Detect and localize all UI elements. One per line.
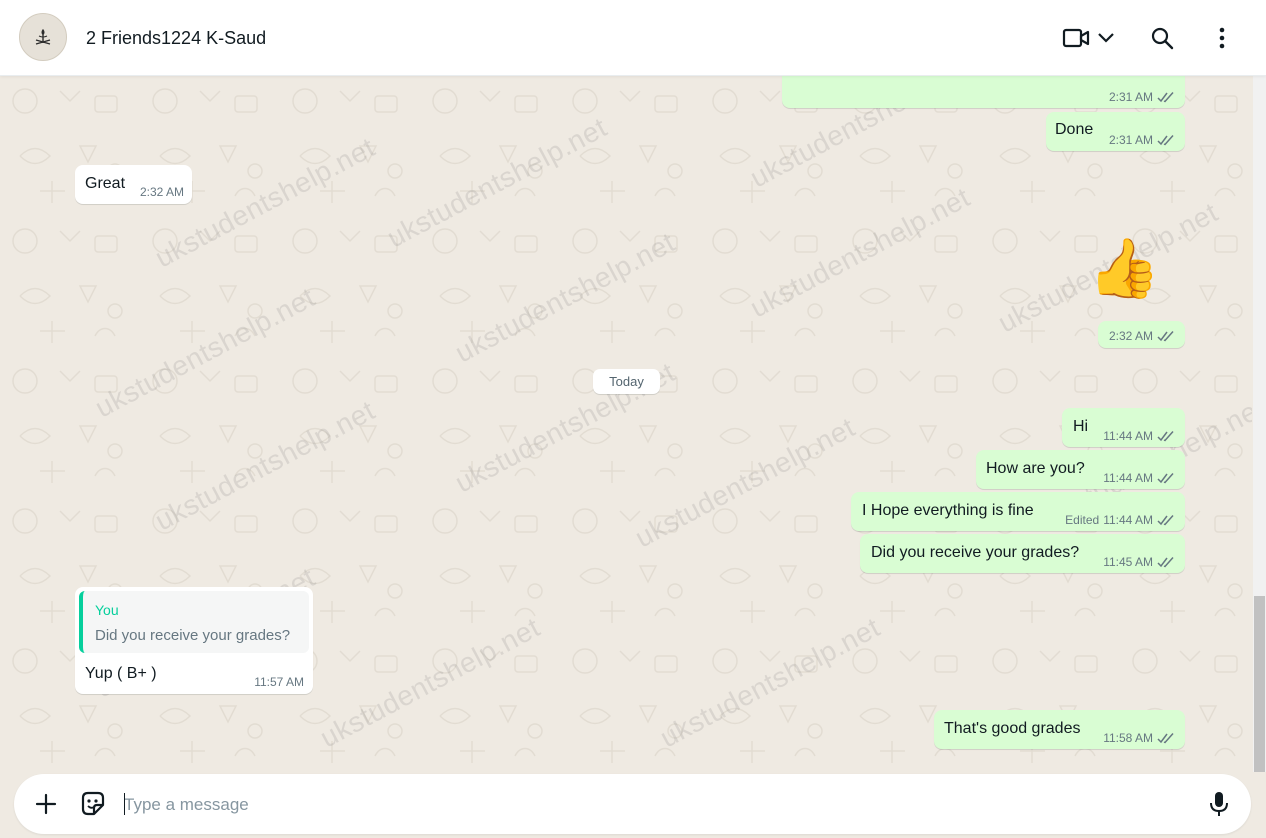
chat-header: 2 Friends1224 K-Saud xyxy=(0,0,1266,76)
microphone-icon[interactable] xyxy=(1206,790,1232,818)
message-time: 11:44 AM xyxy=(1103,471,1153,485)
message-time: 11:45 AM xyxy=(1103,555,1153,569)
message-text: That's good grades xyxy=(944,720,1081,737)
chat-scrollbar[interactable] xyxy=(1253,76,1266,772)
message-time: 2:32 AM xyxy=(1108,329,1153,343)
date-separator: Today xyxy=(593,369,660,394)
message-bubble-outgoing[interactable]: 2:31 AM xyxy=(782,76,1185,108)
message-time: 2:31 AM xyxy=(1108,133,1153,147)
read-receipt-icon xyxy=(1157,430,1174,441)
composer-bar xyxy=(0,772,1266,838)
read-receipt-icon xyxy=(1157,134,1174,145)
emoji-message[interactable]: 👍 xyxy=(1088,234,1160,304)
message-text: I Hope everything is fine xyxy=(862,502,1034,519)
message-bubble-outgoing[interactable]: I Hope everything is fine Edited 11:44 A… xyxy=(851,492,1185,531)
message-bubble-outgoing[interactable]: That's good grades 11:58 AM xyxy=(934,710,1185,749)
message-text: Done xyxy=(1055,121,1094,138)
message-bubble-incoming-reply[interactable]: You Did you receive your grades? Yup ( B… xyxy=(75,587,313,694)
sticker-icon[interactable] xyxy=(78,789,108,819)
message-time: 11:44 AM xyxy=(1103,513,1153,527)
quoted-message[interactable]: You Did you receive your grades? xyxy=(79,591,309,653)
message-bubble-outgoing[interactable]: Did you receive your grades? 11:45 AM xyxy=(860,534,1185,573)
message-text: Great xyxy=(85,175,126,192)
message-time: 2:31 AM xyxy=(1108,90,1153,104)
text-caret xyxy=(124,793,125,815)
contact-avatar[interactable] xyxy=(19,13,67,61)
read-receipt-icon xyxy=(1157,732,1174,743)
read-receipt-icon xyxy=(1157,330,1174,341)
message-text: Did you receive your grades? xyxy=(871,544,1080,561)
emoji-time-chip: 2:32 AM xyxy=(1098,321,1185,348)
message-bubble-outgoing[interactable]: Done 2:31 AM xyxy=(1046,112,1185,151)
video-call-icon[interactable] xyxy=(1060,22,1092,54)
search-icon[interactable] xyxy=(1146,22,1178,54)
message-time: 2:32 AM xyxy=(139,185,184,199)
read-receipt-icon xyxy=(1157,514,1174,525)
scrollbar-thumb[interactable] xyxy=(1254,596,1265,772)
message-input[interactable] xyxy=(124,792,1174,818)
read-receipt-icon xyxy=(1157,556,1174,567)
message-text: Hi xyxy=(1073,418,1089,435)
read-receipt-icon xyxy=(1157,91,1174,102)
plus-icon[interactable] xyxy=(32,790,60,818)
quoted-text: Did you receive your grades? xyxy=(95,627,291,644)
quoted-author: You xyxy=(95,602,119,618)
message-composer xyxy=(14,774,1251,834)
message-text: How are you? xyxy=(986,460,1085,477)
chevron-down-icon[interactable] xyxy=(1094,22,1118,54)
conversation-panel[interactable]: ukstudentshelp.net ukstudentshelp.net uk… xyxy=(0,76,1252,772)
message-text: Yup ( B+ ) xyxy=(85,665,157,682)
avatar-emblem-icon xyxy=(35,29,51,45)
message-time: 11:57 AM xyxy=(254,675,304,689)
message-bubble-incoming[interactable]: Great 2:32 AM xyxy=(75,165,192,204)
message-time: 11:44 AM xyxy=(1103,429,1153,443)
message-bubble-outgoing[interactable]: How are you? 11:44 AM xyxy=(976,450,1185,489)
chat-title[interactable]: 2 Friends1224 K-Saud xyxy=(86,28,266,49)
message-bubble-outgoing[interactable]: Hi 11:44 AM xyxy=(1062,408,1185,447)
edited-label: Edited xyxy=(1065,513,1100,527)
read-receipt-icon xyxy=(1157,472,1174,483)
menu-icon[interactable] xyxy=(1206,22,1238,54)
message-time: 11:58 AM xyxy=(1103,731,1153,745)
